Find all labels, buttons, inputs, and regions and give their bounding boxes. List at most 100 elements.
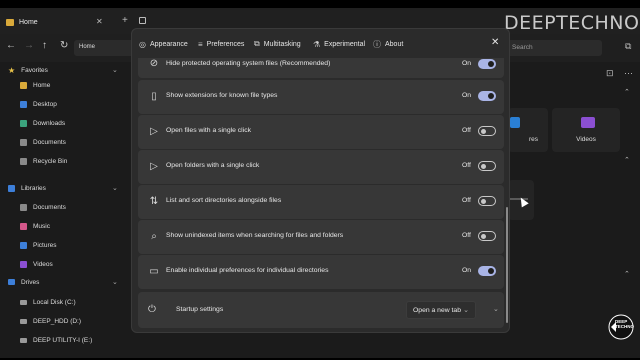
setting-state: Off xyxy=(462,197,471,204)
toggle-knob xyxy=(488,61,494,67)
sidebar-item-label: Pictures xyxy=(33,241,57,249)
desktop-icon xyxy=(20,100,27,108)
library-icon xyxy=(8,184,15,192)
windows-icon: ⧉ xyxy=(254,39,260,48)
tab-appearance[interactable]: ◎ Appearance xyxy=(139,37,188,51)
section-label: Favorites xyxy=(21,66,48,74)
startup-select-value: Open a new tab xyxy=(413,307,461,314)
setting-label: List and sort directories alongside file… xyxy=(166,197,282,204)
new-tab-icon[interactable]: + xyxy=(122,15,128,26)
search-input[interactable]: Search xyxy=(506,40,602,56)
setting-toggle[interactable] xyxy=(478,126,496,136)
sidebar-item-downloads[interactable]: Downloads xyxy=(20,116,65,130)
chevron-up-icon[interactable]: ⌃ xyxy=(624,88,630,96)
sidebar-item-label: Recycle Bin xyxy=(33,157,68,165)
sidebar-item-label: Downloads xyxy=(33,119,66,127)
scrollbar[interactable] xyxy=(506,207,508,323)
setting-row: ⌕ Show unindexed items when searching fo… xyxy=(138,220,504,254)
sidebar-item-library-documents[interactable]: Documents xyxy=(20,200,66,214)
document-icon xyxy=(20,138,27,146)
sidebar-item-recycle-bin[interactable]: Recycle Bin xyxy=(20,154,67,168)
chevron-up-icon[interactable]: ⌃ xyxy=(624,270,630,278)
file-icon: ▯ xyxy=(151,91,157,102)
sidebar-item-pictures[interactable]: Pictures xyxy=(20,238,56,252)
setting-row: ▷ Open files with a single click Off xyxy=(138,115,504,149)
pointer-icon: ▷ xyxy=(150,126,158,137)
setting-toggle[interactable] xyxy=(478,196,496,206)
sidebar-item-music[interactable]: Music xyxy=(20,219,50,233)
sidebar-item-drive-d[interactable]: DEEP_HDD (D:) xyxy=(20,314,81,328)
folder-tile-videos[interactable]: Videos xyxy=(552,108,620,152)
setting-state: Off xyxy=(462,162,471,169)
more-icon[interactable]: ⧉ xyxy=(625,41,631,52)
toggle-knob xyxy=(481,234,486,239)
tab-experimental[interactable]: ⚗ Experimental xyxy=(313,37,365,51)
tab-preferences[interactable]: ≡ Preferences xyxy=(198,37,244,51)
toggle-knob xyxy=(481,164,486,169)
corner-logo: DEEP TECHNO xyxy=(606,314,636,340)
palette-icon: ◎ xyxy=(139,39,146,49)
power-icon: ⏻ xyxy=(148,304,156,315)
sidebar-section-favorites[interactable]: ★ Favorites ⌄ xyxy=(8,64,120,76)
close-icon[interactable]: ✕ xyxy=(491,37,499,48)
video-icon xyxy=(581,117,595,128)
hidden-eye-icon: ⊘ xyxy=(149,58,159,69)
corner-logo-text: DEEP TECHNO xyxy=(615,319,634,329)
window-icon[interactable] xyxy=(139,17,146,24)
sidebar-item-documents[interactable]: Documents xyxy=(20,135,66,149)
sidebar-section-libraries[interactable]: Libraries ⌄ xyxy=(8,182,120,194)
tab-home[interactable]: Home xyxy=(6,13,106,31)
chevron-up-icon[interactable]: ⌃ xyxy=(624,156,630,164)
setting-state: On xyxy=(462,92,472,99)
address-bar[interactable]: Home xyxy=(74,40,134,56)
layout-icon[interactable]: ⊡ xyxy=(606,68,614,79)
tab-multitasking[interactable]: ⧉ Multitasking xyxy=(254,37,301,51)
recycle-bin-icon xyxy=(20,157,27,165)
sidebar-item-drive-c[interactable]: Local Disk (C:) xyxy=(20,295,76,309)
sidebar-item-label: Documents xyxy=(33,138,66,146)
folder-tile-pictures[interactable]: res xyxy=(508,108,548,152)
tab-label: Appearance xyxy=(149,40,188,48)
chevron-down-icon[interactable]: ⌄ xyxy=(493,305,499,313)
chevron-down-icon: ⌄ xyxy=(112,185,118,192)
settings-tabs: ◎ Appearance ≡ Preferences ⧉ Multitaskin… xyxy=(132,29,509,57)
startup-select[interactable]: Open a new tab ⌄ xyxy=(406,301,476,319)
setting-toggle[interactable] xyxy=(478,266,496,276)
section-label: Drives xyxy=(21,278,40,286)
sidebar-section-drives[interactable]: Drives ⌄ xyxy=(8,276,120,288)
flask-icon: ⚗ xyxy=(313,39,321,49)
up-icon[interactable]: ↑ xyxy=(42,40,47,51)
setting-row: ⇅ List and sort directories alongside fi… xyxy=(138,185,504,219)
more-options-icon[interactable]: ⋯ xyxy=(624,68,633,79)
watermark-logo: DEEPTECHNO xyxy=(504,12,640,34)
tab-label: Home xyxy=(19,18,38,26)
refresh-icon[interactable]: ↻ xyxy=(60,40,68,51)
sidebar-item-desktop[interactable]: Desktop xyxy=(20,97,57,111)
setting-label: Show unindexed items when searching for … xyxy=(166,232,344,239)
download-icon xyxy=(20,119,27,127)
pointer-icon: ▷ xyxy=(150,161,158,172)
tab-label: Experimental xyxy=(324,40,366,48)
sidebar-item-drive-e[interactable]: DEEP UTILITY-I (E:) xyxy=(20,333,92,347)
close-tab-icon[interactable]: ✕ xyxy=(96,17,103,26)
home-icon xyxy=(20,81,27,89)
tab-label: About xyxy=(385,40,404,48)
startup-settings-row[interactable]: ⏻ Startup settings Open a new tab ⌄ ⌄ xyxy=(138,292,504,328)
back-icon[interactable]: ← xyxy=(6,40,16,51)
forward-icon[interactable]: → xyxy=(24,40,34,51)
setting-toggle[interactable] xyxy=(478,161,496,171)
setting-label: Open folders with a single click xyxy=(166,162,260,169)
sidebar-item-label: Desktop xyxy=(33,100,57,108)
setting-toggle[interactable] xyxy=(478,231,496,241)
setting-label: Enable individual preferences for indivi… xyxy=(166,267,329,274)
sidebar-item-label: Local Disk (C:) xyxy=(33,298,76,306)
sidebar-item-label: Videos xyxy=(33,260,53,268)
setting-toggle[interactable] xyxy=(478,91,496,101)
sidebar-item-home[interactable]: Home xyxy=(9,78,128,92)
setting-label: Show extensions for known file types xyxy=(166,92,278,99)
setting-toggle[interactable] xyxy=(478,59,496,69)
sidebar-item-videos[interactable]: Videos xyxy=(20,257,53,271)
drive-icon xyxy=(8,279,15,285)
tab-about[interactable]: ⓘ About xyxy=(373,37,403,51)
preferences-list: ⊘ Hide protected operating system files … xyxy=(138,58,504,328)
